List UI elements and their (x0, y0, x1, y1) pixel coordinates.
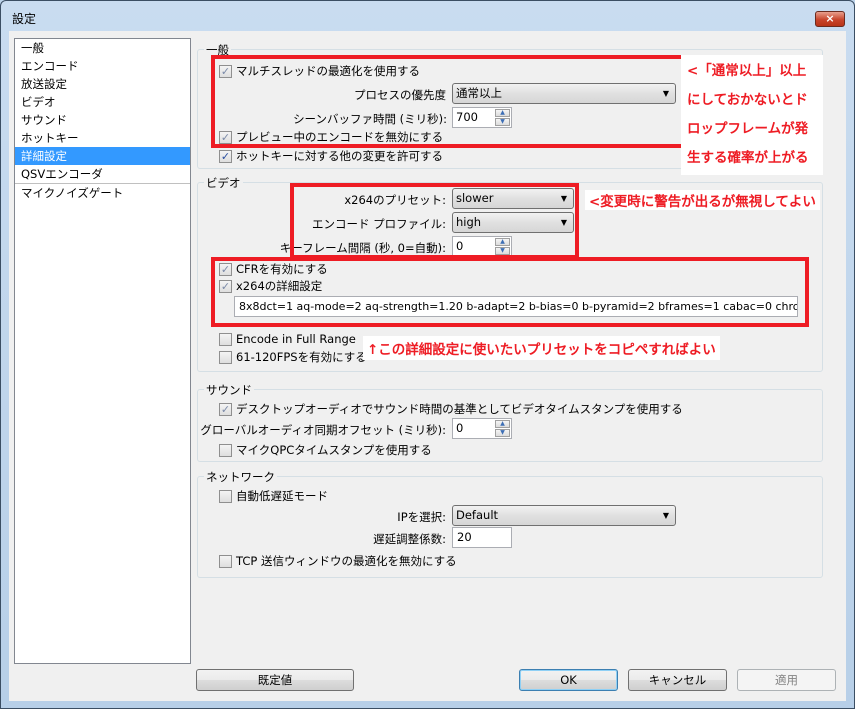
sidebar-item-hotkeys[interactable]: ホットキー (15, 129, 190, 147)
desktop-timestamp-checkbox[interactable]: ✓ デスクトップオーディオでサウンド時間の基準としてビデオタイムスタンプを使用す… (219, 401, 683, 417)
full-range-checkbox[interactable]: Encode in Full Range (219, 331, 356, 347)
network-legend: ネットワーク (204, 469, 277, 485)
apply-button[interactable]: 適用 (737, 669, 836, 691)
disable-tcp-label: TCP 送信ウィンドウの最適化を無効にする (236, 554, 457, 568)
annotation-line: ロップフレームが発 (687, 121, 809, 137)
low-latency-checkbox[interactable]: 自動低遅延モード (219, 488, 328, 504)
full-range-label: Encode in Full Range (236, 332, 356, 346)
checkbox-box (219, 554, 232, 568)
params-annotation: ↑この詳細設定に使いたいプリセットをコピペすればよい (363, 336, 720, 360)
annotation-line: 生する確率が上がる (687, 150, 809, 166)
sidebar-item-broadcast[interactable]: 放送設定 (15, 75, 190, 93)
disable-tcp-checkbox[interactable]: TCP 送信ウィンドウの最適化を無効にする (219, 553, 457, 569)
close-button[interactable]: × (815, 11, 845, 27)
highlight-box-general (211, 55, 685, 148)
settings-window: 設定 × 一般 エンコード 放送設定 ビデオ サウンド ホットキー 詳細設定 Q… (0, 0, 855, 709)
ip-label: IPを選択: (397, 510, 446, 524)
preset-annotation: <変更時に警告が出るが無視してよい (585, 190, 820, 210)
sound-legend: サウンド (204, 382, 254, 398)
ip-value: Default (456, 508, 499, 522)
close-icon: × (825, 12, 835, 25)
allow-hotkey-checkbox[interactable]: ✓ ホットキーに対する他の変更を許可する (219, 148, 443, 164)
fps-120-label: 61-120FPSを有効にする (236, 350, 367, 364)
mic-qpc-checkbox[interactable]: マイクQPCタイムスタンプを使用する (219, 442, 432, 458)
priority-annotation: <「通常以上」以上 にしておかないとド ロップフレームが発 生する確率が上がる (681, 55, 823, 175)
sync-offset-value: 0 (456, 421, 464, 435)
chevron-down-icon: ▼ (662, 511, 669, 520)
annotation-line: <「通常以上」以上 (687, 63, 807, 79)
mic-qpc-label: マイクQPCタイムスタンプを使用する (236, 443, 432, 457)
window-title: 設定 (12, 12, 37, 26)
spin-down-icon[interactable]: ▼ (495, 429, 510, 437)
highlight-box-x264 (211, 257, 809, 327)
cancel-button[interactable]: キャンセル (628, 669, 727, 691)
ok-button[interactable]: OK (519, 669, 618, 691)
check-icon: ✓ (219, 402, 232, 416)
annotation-line: にしておかないとド (687, 92, 808, 108)
checkbox-box (219, 443, 232, 457)
sidebar-item-advanced[interactable]: 詳細設定 (15, 147, 190, 165)
desktop-timestamp-label: デスクトップオーディオでサウンド時間の基準としてビデオタイムスタンプを使用する (236, 402, 683, 416)
video-legend: ビデオ (204, 175, 243, 191)
settings-category-list[interactable]: 一般 エンコード 放送設定 ビデオ サウンド ホットキー 詳細設定 QSVエンコ… (14, 38, 191, 664)
sync-offset-spinbox[interactable]: 0 ▲ ▼ (452, 418, 512, 439)
check-icon: ✓ (219, 149, 232, 163)
low-latency-label: 自動低遅延モード (236, 489, 328, 503)
sidebar-item-sound[interactable]: サウンド (15, 111, 190, 129)
latency-factor-input[interactable]: 20 (452, 527, 512, 548)
sidebar-item-qsv-encoder[interactable]: QSVエンコーダ (15, 165, 190, 183)
sidebar-item-video[interactable]: ビデオ (15, 93, 190, 111)
sidebar-item-mic-noise-gate[interactable]: マイクノイズゲート (15, 183, 190, 201)
checkbox-box (219, 350, 232, 364)
latency-factor-label: 遅延調整係数: (373, 532, 446, 546)
checkbox-box (219, 332, 232, 346)
fps-120-checkbox[interactable]: 61-120FPSを有効にする (219, 349, 367, 365)
defaults-button[interactable]: 既定値 (196, 669, 354, 691)
allow-hotkey-label: ホットキーに対する他の変更を許可する (236, 149, 443, 163)
checkbox-box (219, 489, 232, 503)
sync-offset-label: グローバルオーディオ同期オフセット (ミリ秒): (200, 423, 446, 437)
sidebar-item-encode[interactable]: エンコード (15, 57, 190, 75)
highlight-box-preset (290, 183, 579, 259)
ip-select[interactable]: Default ▼ (452, 505, 676, 526)
spin-up-icon[interactable]: ▲ (495, 420, 510, 428)
sidebar-item-general[interactable]: 一般 (15, 39, 190, 57)
title-bar[interactable]: 設定 × (1, 1, 854, 31)
